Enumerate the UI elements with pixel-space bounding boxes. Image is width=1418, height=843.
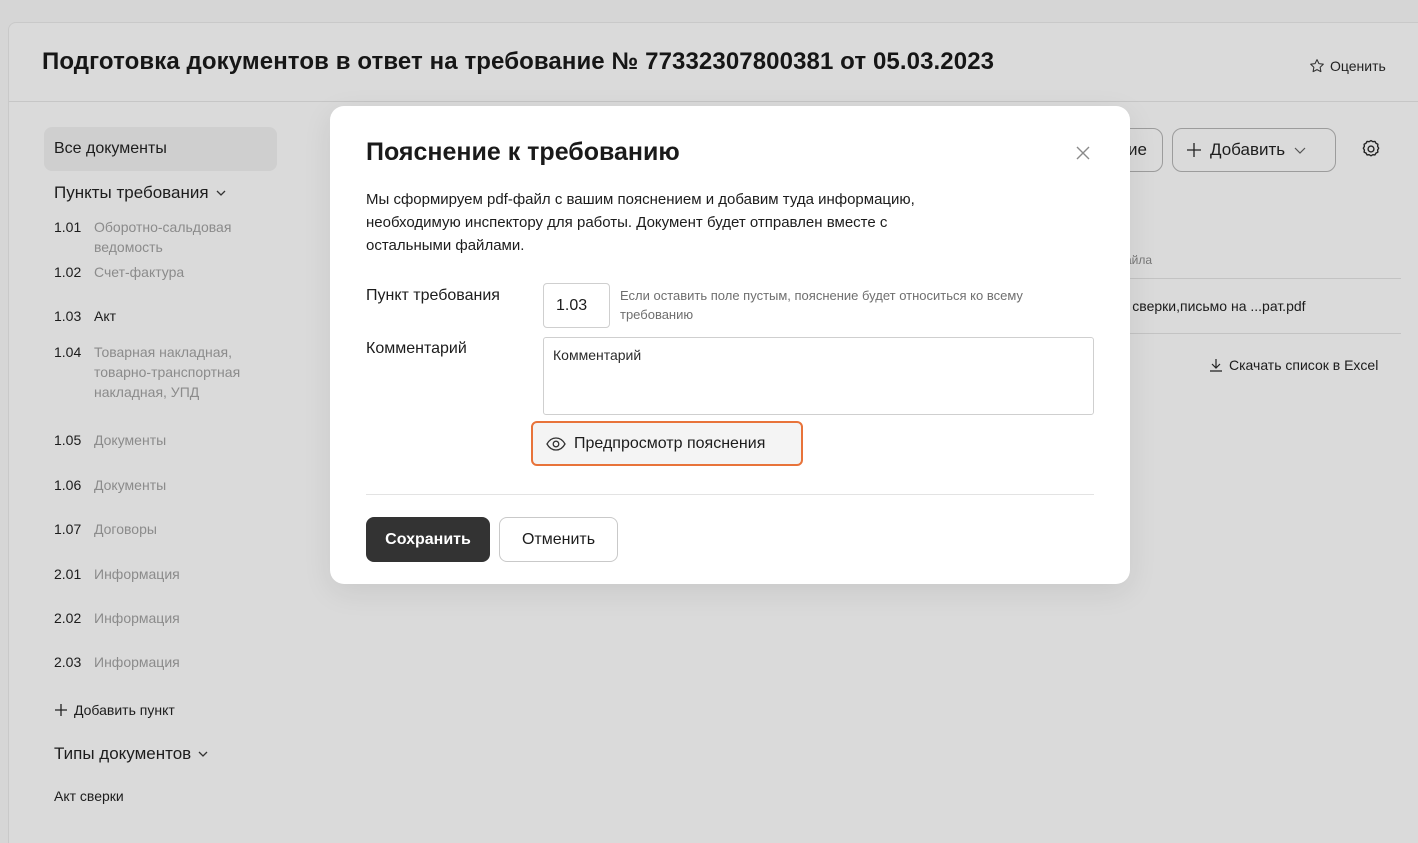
modal-title: Пояснение к требованию <box>366 138 680 166</box>
file-name-partial[interactable]: т сверки,письмо на ...рат.pdf <box>1122 298 1306 314</box>
eye-icon <box>546 436 566 451</box>
item-number: 1.07 <box>54 521 82 537</box>
sidebar-item-1-02[interactable]: 1.02 Счет-фактура <box>44 262 277 306</box>
item-number: 2.01 <box>54 566 82 582</box>
item-number: 1.05 <box>54 432 82 448</box>
item-label: Информация <box>94 610 180 626</box>
plus-icon <box>55 704 67 716</box>
download-excel-label: Скачать список в Excel <box>1229 357 1379 373</box>
doc-types-toggle[interactable]: Типы документов <box>44 724 277 784</box>
sidebar-item-1-01[interactable]: 1.01 Оборотно-сальдовая ведомость <box>44 217 277 262</box>
item-number: 2.02 <box>54 610 82 626</box>
modal-description: Мы сформируем pdf-файл с вашим пояснение… <box>366 191 915 254</box>
sidebar-item-1-03[interactable]: 1.03 Акт <box>44 306 277 342</box>
item-number: 1.03 <box>54 308 82 324</box>
table-divider <box>1119 278 1401 279</box>
requirement-points-toggle[interactable]: Пункты требования <box>44 171 277 215</box>
sidebar-item-1-06[interactable]: 1.06 Документы <box>44 475 277 519</box>
item-label: Информация <box>94 654 180 670</box>
preview-label: Предпросмотр пояснения <box>574 434 766 452</box>
doc-types-label: Типы документов <box>54 744 192 763</box>
comment-label: Комментарий <box>366 340 467 357</box>
point-hint: Если оставить поле пустым, пояснение буд… <box>620 288 1023 322</box>
sidebar-item-2-01[interactable]: 2.01 Информация <box>44 564 277 608</box>
item-label: Акт <box>94 308 117 324</box>
cancel-button[interactable]: Отменить <box>499 517 618 562</box>
item-number: 1.01 <box>54 219 82 235</box>
sidebar-item-1-04[interactable]: 1.04 Товарная накладная, товарно-транспо… <box>44 342 277 430</box>
chevron-down-icon <box>1294 147 1306 154</box>
item-label: Товарная накладная, товарно-транспортная… <box>94 344 241 400</box>
point-label: Пункт требования <box>366 287 500 304</box>
page-header: Подготовка документов в ответ на требова… <box>9 23 1418 102</box>
item-label: Счет-фактура <box>94 264 185 280</box>
sidebar-item-doc-type[interactable]: Акт сверки <box>44 784 277 808</box>
download-icon <box>1210 359 1222 372</box>
sidebar-item-2-03[interactable]: 2.03 Информация <box>44 652 277 696</box>
partial-button-label: ие <box>1128 140 1147 159</box>
add-point-label: Добавить пункт <box>74 702 175 718</box>
chevron-down-icon <box>216 190 226 196</box>
point-input[interactable] <box>543 283 610 328</box>
item-number: 1.06 <box>54 477 82 493</box>
explanation-modal: Пояснение к требованию Мы сформируем pdf… <box>330 106 1130 584</box>
preview-explanation-button[interactable]: Предпросмотр пояснения <box>531 421 803 466</box>
gear-icon[interactable] <box>1360 138 1382 160</box>
rate-button[interactable]: Оценить <box>1308 57 1386 75</box>
plus-icon <box>1187 143 1201 157</box>
doc-type-label: Акт сверки <box>54 788 124 804</box>
item-label: Оборотно-сальдовая ведомость <box>94 219 232 255</box>
page-title: Подготовка документов в ответ на требова… <box>42 48 995 75</box>
item-number: 1.04 <box>54 344 82 360</box>
close-icon[interactable] <box>1072 142 1094 164</box>
sidebar-item-2-02[interactable]: 2.02 Информация <box>44 608 277 652</box>
star-icon <box>1310 59 1324 73</box>
add-button-label: Добавить <box>1210 140 1286 159</box>
sidebar-item-all-documents[interactable]: Все документы <box>44 127 277 171</box>
rate-label: Оценить <box>1330 58 1386 74</box>
item-label: Договоры <box>94 521 157 537</box>
add-point-button[interactable]: Добавить пункт <box>44 696 277 724</box>
comment-field[interactable] <box>543 337 1094 415</box>
item-label: Информация <box>94 566 180 582</box>
chevron-down-icon <box>198 751 208 757</box>
item-label: Документы <box>94 477 167 493</box>
item-label: Документы <box>94 432 167 448</box>
item-number: 1.02 <box>54 264 82 280</box>
save-button[interactable]: Сохранить <box>366 517 490 562</box>
requirement-points-label: Пункты требования <box>54 183 209 202</box>
modal-divider <box>366 494 1094 495</box>
item-number: 2.03 <box>54 654 82 670</box>
add-document-button[interactable]: Добавить <box>1172 128 1336 172</box>
download-excel-button[interactable]: Скачать список в Excel <box>1209 357 1378 373</box>
sidebar-item-1-07[interactable]: 1.07 Договоры <box>44 519 277 564</box>
sidebar: Все документы Пункты требования 1.01 Обо… <box>44 127 277 808</box>
table-divider <box>1119 333 1401 334</box>
sidebar-item-1-05[interactable]: 1.05 Документы <box>44 430 277 475</box>
